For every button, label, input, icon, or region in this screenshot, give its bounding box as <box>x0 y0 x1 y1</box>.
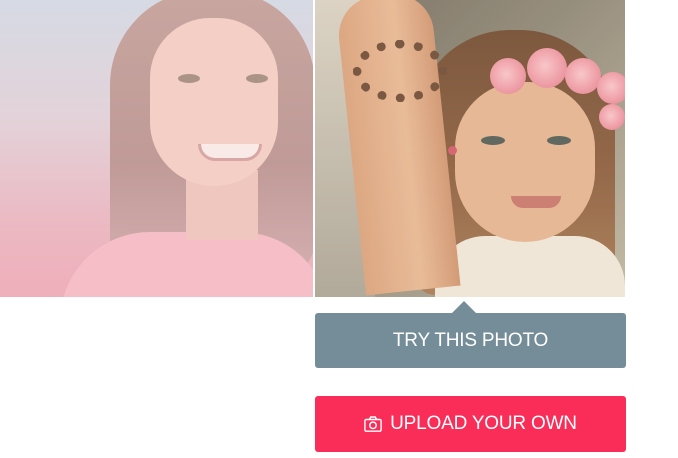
sample-photo-left[interactable] <box>0 0 313 297</box>
try-this-photo-button[interactable]: TRY THIS PHOTO <box>315 301 626 368</box>
unselected-overlay <box>0 0 313 297</box>
sample-photo-right[interactable] <box>315 0 625 297</box>
try-this-photo-label: TRY THIS PHOTO <box>392 329 549 351</box>
selection-pointer <box>452 301 476 313</box>
camera-icon <box>364 416 382 432</box>
upload-your-own-button[interactable]: UPLOAD YOUR OWN <box>315 396 626 452</box>
photo-picker: TRY THIS PHOTO UPLOAD YOUR OWN <box>0 0 678 458</box>
photo-tone <box>315 0 625 297</box>
upload-your-own-label: UPLOAD YOUR OWN <box>390 413 577 434</box>
